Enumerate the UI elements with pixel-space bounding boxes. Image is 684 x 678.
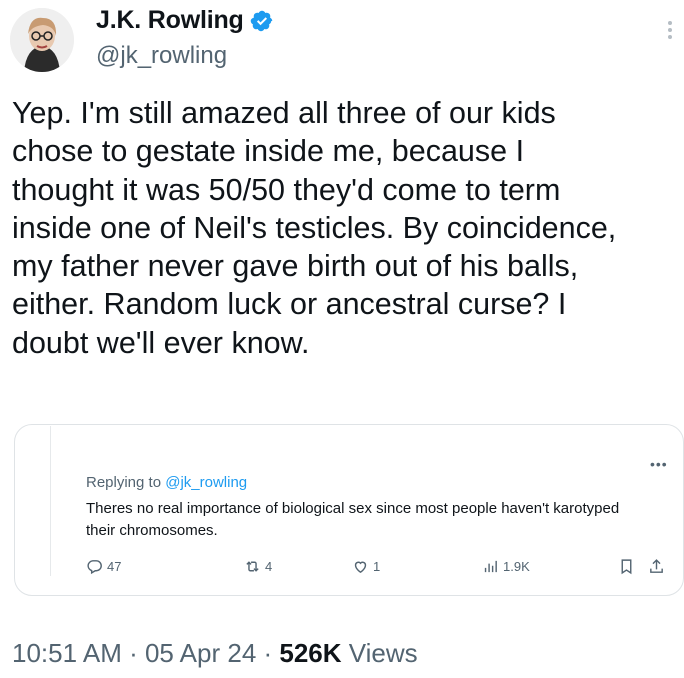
- views-total: 526K: [279, 638, 342, 668]
- avatar[interactable]: [10, 8, 74, 72]
- share-button[interactable]: [648, 558, 669, 575]
- like-button[interactable]: 1: [352, 558, 380, 575]
- tweet-metadata: 10:51 AM · 05 Apr 24 · 526K Views: [12, 638, 418, 669]
- tweet-date[interactable]: 05 Apr 24: [145, 638, 256, 668]
- quoted-tweet-text: Theres no real importance of biological …: [86, 500, 620, 539]
- views-count: 1.9K: [503, 559, 530, 574]
- quoted-thread-line: [50, 426, 51, 576]
- author-name-row: J.K. Rowling: [96, 6, 274, 35]
- author-handle[interactable]: @jk_rowling: [96, 42, 227, 70]
- retweet-icon: [246, 561, 259, 572]
- heart-icon: [354, 561, 367, 574]
- replying-to: Replying to @jk_rowling: [86, 474, 247, 491]
- like-count: 1: [373, 559, 381, 574]
- share-icon: [650, 559, 663, 573]
- views-button[interactable]: 1.9K: [482, 558, 530, 575]
- tweet-time[interactable]: 10:51 AM: [12, 638, 122, 668]
- author-name[interactable]: J.K. Rowling: [96, 6, 244, 35]
- views-label: Views: [348, 638, 418, 668]
- separator: ·: [256, 638, 280, 668]
- reply-count: 47: [107, 559, 122, 574]
- views-chart-icon: [484, 560, 497, 573]
- reply-icon: [87, 560, 102, 575]
- replying-to-link[interactable]: @jk_rowling: [165, 474, 247, 491]
- reply-button[interactable]: 47: [86, 558, 121, 575]
- retweet-button[interactable]: 4: [244, 558, 272, 575]
- more-options-icon[interactable]: [668, 18, 674, 42]
- separator: ·: [121, 638, 145, 668]
- verified-badge-icon: [250, 10, 272, 31]
- bookmark-icon: [621, 559, 632, 575]
- tweet-text: Yep. I'm still amazed all three of our k…: [12, 96, 617, 360]
- retweet-count: 4: [265, 559, 273, 574]
- replying-prefix: Replying to: [86, 474, 166, 491]
- quoted-more-options-icon[interactable]: •••: [650, 456, 668, 472]
- bookmark-button[interactable]: [618, 558, 639, 575]
